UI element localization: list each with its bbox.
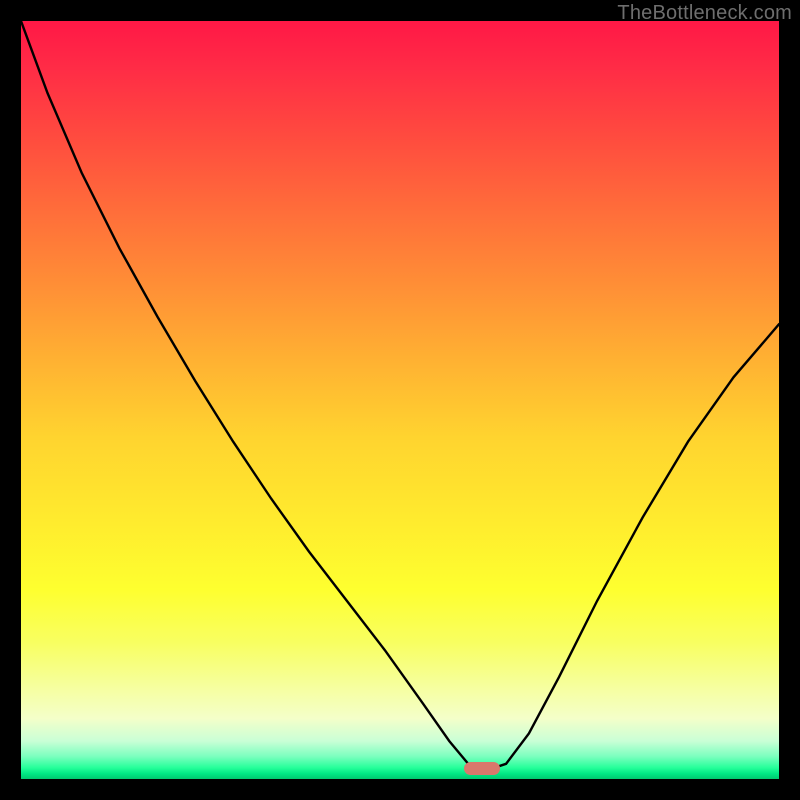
plot-area xyxy=(21,21,779,779)
optimum-marker xyxy=(464,762,500,776)
bottleneck-curve xyxy=(21,21,779,771)
attribution-text: TheBottleneck.com xyxy=(617,2,792,25)
chart-frame: TheBottleneck.com xyxy=(0,0,800,800)
curve-svg xyxy=(21,21,779,779)
